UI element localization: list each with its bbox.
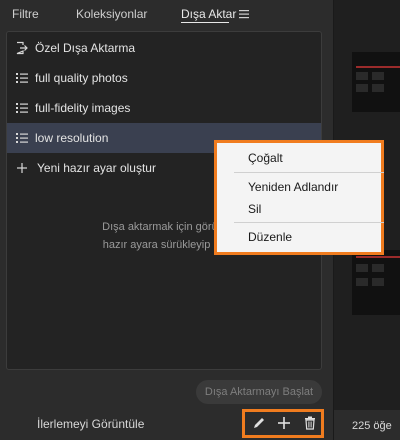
- menu-item-delete[interactable]: Sil: [248, 202, 261, 216]
- menu-item-edit[interactable]: Düzenle: [248, 230, 292, 244]
- context-menu: Çoğalt Yeniden Adlandır Sil Düzenle: [214, 140, 384, 255]
- list-icon: [16, 133, 28, 143]
- thumbnail-cell: [356, 278, 368, 286]
- view-progress-link[interactable]: İlerlemeyi Görüntüle: [37, 417, 144, 431]
- thumbnail-cell: [372, 72, 384, 80]
- tab-collections[interactable]: Koleksiyonlar: [76, 7, 147, 21]
- list-icon: [16, 103, 28, 113]
- hamburger-menu-icon[interactable]: [238, 8, 250, 20]
- preset-row[interactable]: full quality photos: [7, 63, 321, 93]
- list-icon: [16, 73, 28, 83]
- thumbnail-cell: [372, 264, 384, 272]
- preset-row[interactable]: full-fidelity images: [7, 93, 321, 123]
- preset-label: full quality photos: [35, 71, 128, 85]
- thumbnail-bar: [356, 66, 400, 68]
- preset-label: low resolution: [35, 131, 109, 145]
- active-tab-underline: [181, 22, 229, 23]
- tab-bar: Filtre Koleksiyonlar Dışa Aktar: [0, 0, 333, 30]
- thumbnail-cell: [372, 84, 384, 92]
- menu-separator: [234, 222, 384, 223]
- menu-item-rename[interactable]: Yeniden Adlandır: [248, 180, 338, 194]
- plus-icon: [17, 163, 27, 173]
- photo-thumbnail[interactable]: [352, 52, 400, 112]
- thumbnail-bar: [356, 256, 400, 258]
- plus-icon[interactable]: [276, 415, 292, 431]
- preset-label: full-fidelity images: [35, 101, 131, 115]
- item-count: 225 öğe: [352, 420, 392, 432]
- tab-export[interactable]: Dışa Aktar: [181, 7, 236, 21]
- thumbnail-cell: [356, 84, 368, 92]
- thumbnail-cell: [356, 264, 368, 272]
- custom-export-row[interactable]: Özel Dışa Aktarma: [7, 33, 321, 63]
- menu-separator: [234, 172, 384, 173]
- custom-export-label: Özel Dışa Aktarma: [35, 41, 136, 55]
- app-root: Filtre Koleksiyonlar Dışa Aktar Özel Dış…: [0, 0, 400, 440]
- custom-export-icon: [16, 41, 28, 55]
- create-preset-label: Yeni hazır ayar oluştur: [37, 161, 156, 175]
- menu-item-duplicate[interactable]: Çoğalt: [248, 151, 283, 165]
- trash-icon[interactable]: [302, 415, 318, 431]
- photo-thumbnail[interactable]: [352, 250, 400, 315]
- thumbnail-cell: [356, 72, 368, 80]
- thumbnail-cell: [372, 278, 384, 286]
- pencil-icon[interactable]: [251, 415, 267, 431]
- start-export-button[interactable]: Dışa Aktarmayı Başlat: [196, 380, 322, 404]
- tab-filter[interactable]: Filtre: [12, 7, 39, 21]
